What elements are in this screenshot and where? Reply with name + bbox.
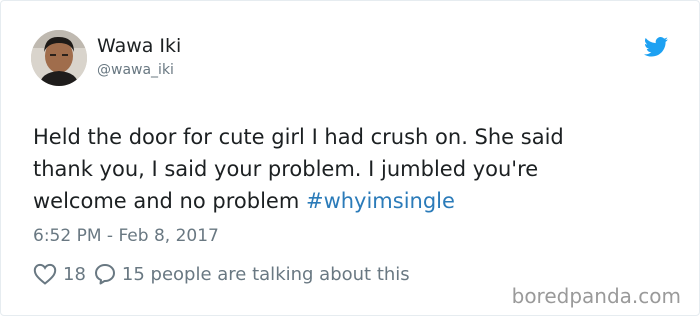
tweet-text-line: thank you, I said your problem. I jumble… [33, 157, 539, 181]
tweet-text-line: welcome and no problem #whyimsingle [33, 185, 673, 217]
twitter-bird-icon[interactable] [644, 37, 668, 57]
tweet-card: Wawa Iki @wawa_iki Held the door for cut… [0, 0, 700, 316]
tweet-text-segment: welcome and no problem [33, 189, 306, 213]
speech-bubble-icon[interactable] [94, 263, 116, 285]
like-count[interactable]: 18 [63, 264, 86, 285]
heart-icon[interactable] [33, 263, 57, 285]
display-name[interactable]: Wawa Iki [97, 35, 181, 57]
tweet-text-line: Held the door for cute girl I had crush … [33, 125, 564, 149]
avatar[interactable] [31, 30, 87, 86]
watermark: boredpanda.com [511, 284, 681, 308]
hashtag-link[interactable]: #whyimsingle [306, 189, 455, 213]
talking-count-label[interactable]: 15 people are talking about this [122, 264, 410, 285]
user-handle[interactable]: @wawa_iki [97, 62, 174, 78]
tweet-text: Held the door for cute girl I had crush … [33, 121, 673, 217]
tweet-timestamp[interactable]: 6:52 PM - Feb 8, 2017 [33, 226, 219, 246]
engagement-bar: 18 15 people are talking about this [33, 261, 410, 287]
avatar-photo [31, 30, 87, 86]
